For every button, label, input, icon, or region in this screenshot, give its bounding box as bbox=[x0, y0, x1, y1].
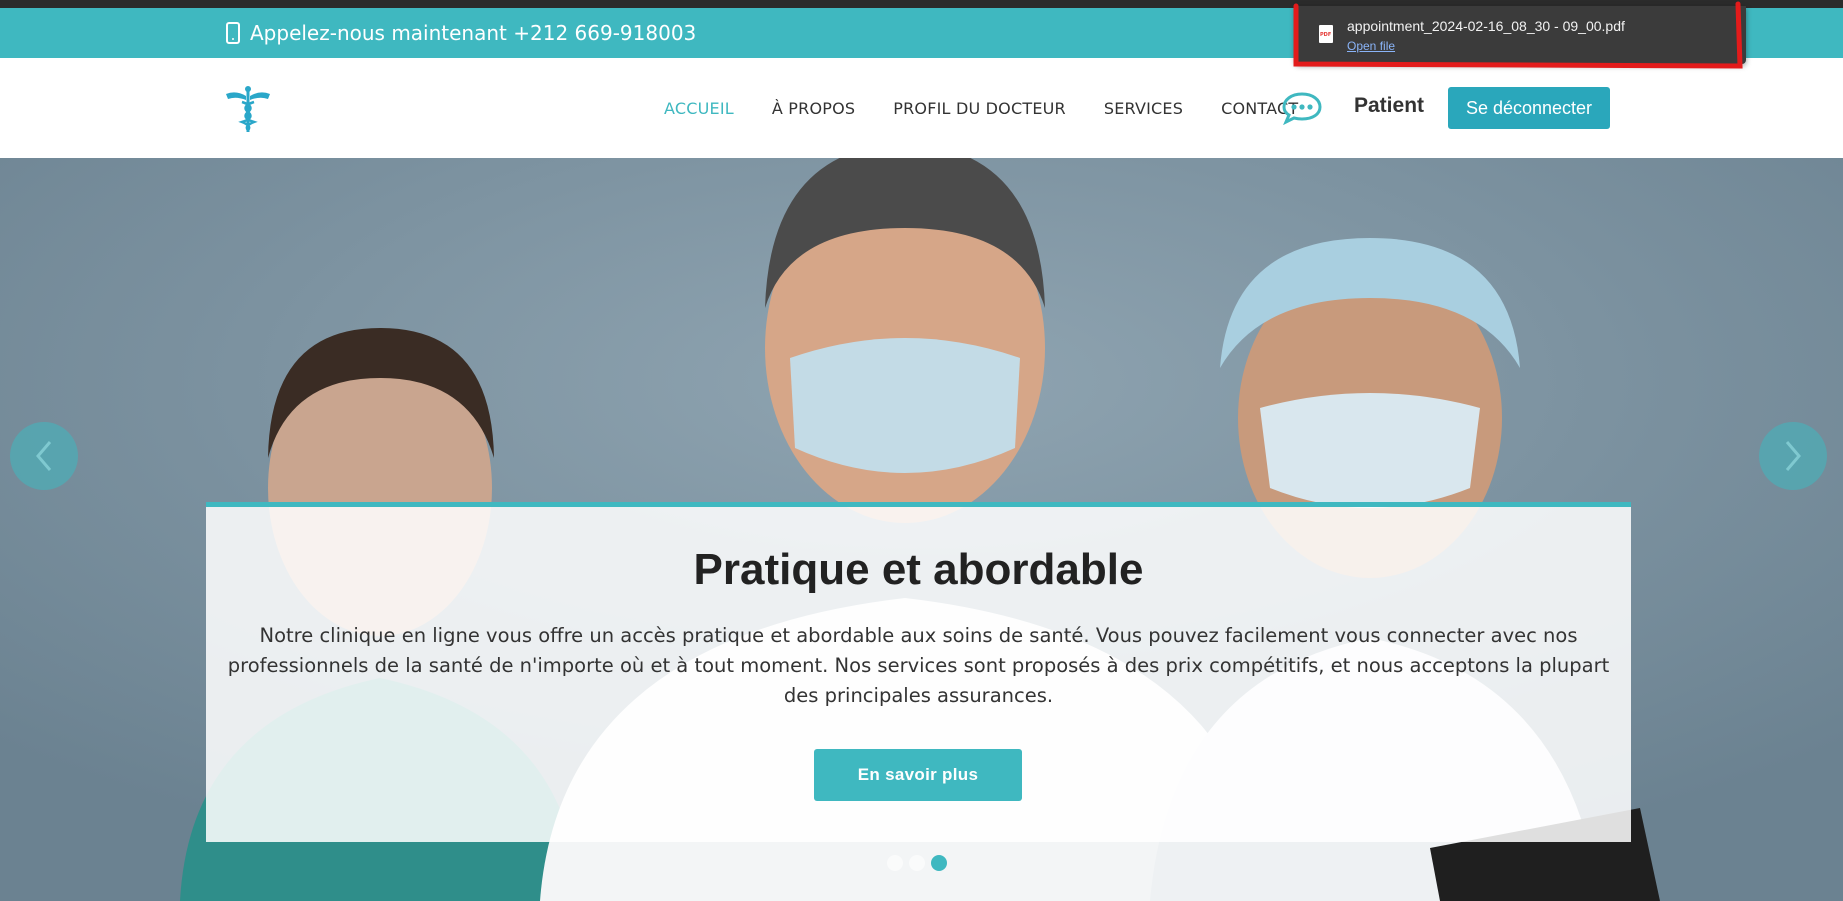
nav-item-services[interactable]: SERVICES bbox=[1104, 99, 1183, 118]
hero-caption-box: Pratique et abordable Notre clinique en … bbox=[206, 502, 1631, 842]
carousel-prev-button[interactable] bbox=[10, 422, 78, 490]
browser-viewport: Appelez-nous maintenant +212 669-918003 … bbox=[0, 0, 1843, 901]
download-filename: appointment_2024-02-16_08_30 - 09_00.pdf bbox=[1347, 18, 1625, 34]
chevron-right-icon bbox=[1785, 441, 1801, 471]
nav-item-a-propos[interactable]: À PROPOS bbox=[772, 99, 855, 118]
carousel-next-button[interactable] bbox=[1759, 422, 1827, 490]
carousel-indicators bbox=[887, 855, 947, 871]
carousel-dot-2[interactable] bbox=[909, 855, 925, 871]
chat-bubble-icon[interactable] bbox=[1281, 91, 1323, 125]
call-text: Appelez-nous maintenant +212 669-918003 bbox=[250, 21, 697, 45]
download-notification: appointment_2024-02-16_08_30 - 09_00.pdf… bbox=[1295, 6, 1746, 64]
mobile-phone-icon bbox=[226, 22, 240, 44]
hero-title: Pratique et abordable bbox=[693, 545, 1144, 594]
carousel-dot-3[interactable] bbox=[931, 855, 947, 871]
carousel-dot-1[interactable] bbox=[887, 855, 903, 871]
nav-item-profil-docteur[interactable]: PROFIL DU DOCTEUR bbox=[893, 99, 1066, 118]
pdf-file-icon bbox=[1319, 25, 1333, 43]
logout-button[interactable]: Se déconnecter bbox=[1448, 87, 1610, 129]
hero-carousel: Pratique et abordable Notre clinique en … bbox=[0, 158, 1843, 901]
call-info: Appelez-nous maintenant +212 669-918003 bbox=[226, 8, 696, 58]
user-role-label: Patient bbox=[1354, 94, 1425, 117]
learn-more-button[interactable]: En savoir plus bbox=[814, 749, 1022, 801]
caduceus-logo[interactable] bbox=[222, 84, 274, 134]
main-navbar: ACCUEIL À PROPOS PROFIL DU DOCTEUR SERVI… bbox=[0, 58, 1843, 158]
open-file-link[interactable]: Open file bbox=[1347, 39, 1395, 53]
chevron-left-icon bbox=[36, 441, 52, 471]
hero-text: Notre clinique en ligne vous offre un ac… bbox=[227, 624, 1610, 707]
main-menu: ACCUEIL À PROPOS PROFIL DU DOCTEUR SERVI… bbox=[664, 58, 1336, 158]
nav-item-accueil[interactable]: ACCUEIL bbox=[664, 99, 734, 118]
